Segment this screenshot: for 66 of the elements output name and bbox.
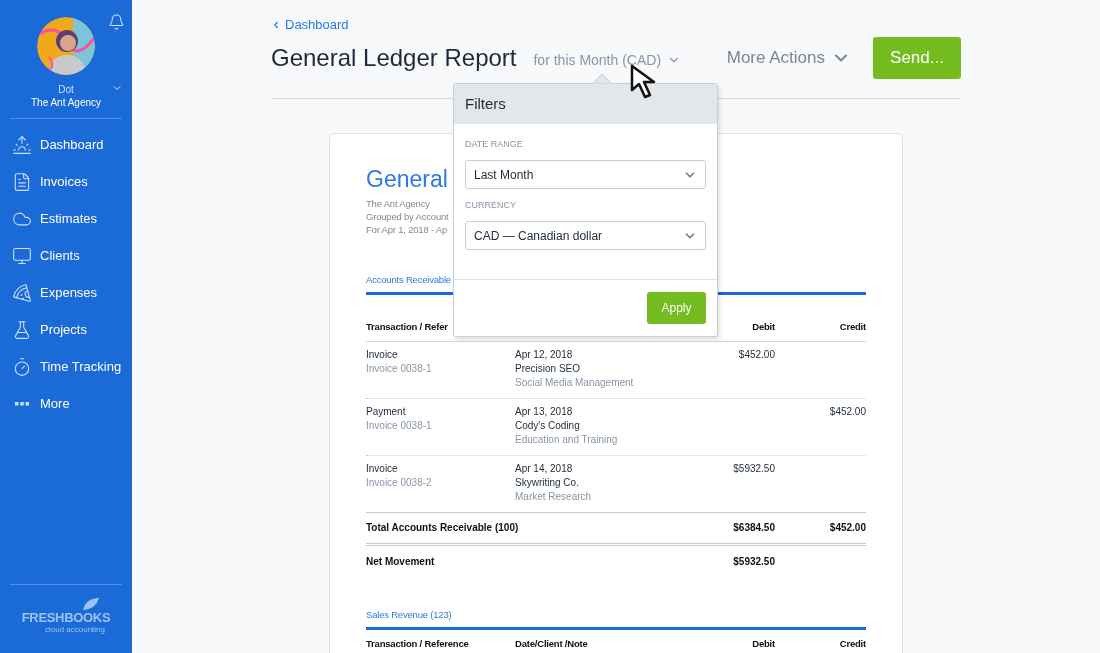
document-icon [12, 171, 32, 192]
report-title: General [366, 165, 448, 194]
column-header: Transaction / Reference [366, 638, 469, 650]
client-name: Cody's Coding [515, 419, 581, 433]
client-name: Precision SEO [515, 362, 582, 376]
column-header: Date/Client /Note [515, 638, 588, 650]
notification-bell-icon[interactable] [108, 13, 125, 31]
column-header: Debit [752, 638, 775, 650]
select-field[interactable]: Last Month [465, 160, 706, 189]
field-label: CURRENCY [465, 200, 517, 211]
period-dropdown[interactable]: for this Month (CAD) [533, 49, 682, 71]
transaction-date: Apr 14, 2018 [515, 462, 574, 476]
sidebar-item[interactable]: Projects [0, 311, 132, 348]
sidebar-item[interactable]: Time Tracking [0, 348, 132, 385]
total-credit: $452.00 [828, 522, 866, 534]
company-name: The Ant Agency [30, 96, 102, 109]
transaction-reference: Invoice 0038-1 [366, 419, 433, 433]
sidebar-item[interactable]: Clients [0, 237, 132, 274]
debit-amount: $452.00 [738, 348, 775, 362]
report-grouping: Grouped by Account [366, 210, 449, 223]
transaction-date: Apr 13, 2018 [515, 405, 574, 419]
total-label: Total Accounts Receivable (100) [366, 522, 520, 534]
section-title: Sales Revenue (123) [366, 608, 452, 621]
total-debit: $6384.50 [732, 522, 775, 534]
page-title: General Ledger Report [271, 43, 517, 73]
section-title: Accounts Receivable [366, 273, 451, 286]
net-movement-label: Net Movement [366, 556, 436, 568]
client-name: Skywriting Co. [515, 476, 580, 490]
sidebar-item[interactable]: Estimates [0, 200, 132, 237]
transaction-note: Social Media Management [515, 376, 635, 390]
sidebar-item[interactable]: Invoices [0, 163, 132, 200]
leaf-icon [82, 597, 100, 611]
logo-wordmark: FRESHBOOKS [21, 611, 111, 625]
transaction-type: Invoice [366, 462, 399, 476]
transaction-type: Payment [366, 405, 407, 419]
net-debit: $5932.50 [732, 556, 775, 568]
sidebar-item[interactable]: Expenses [0, 274, 132, 311]
credit-amount: $452.00 [829, 405, 866, 419]
back-link[interactable]: Dashboard [271, 17, 961, 33]
sidebar-item[interactable]: More [0, 385, 132, 422]
sunrise-icon [12, 134, 32, 155]
logo-tagline: cloud accounting [43, 625, 105, 635]
select-field[interactable]: CAD — Canadian dollar [465, 221, 706, 250]
column-header: Debit [752, 321, 775, 333]
more-actions-button[interactable]: More Actions [726, 45, 851, 71]
monitor-icon [12, 245, 32, 266]
column-header: Transaction / Refer [366, 321, 448, 333]
transaction-note: Education and Training [515, 433, 619, 447]
transaction-type: Invoice [366, 348, 399, 362]
transaction-note: Market Research [515, 490, 593, 504]
timer-icon [12, 356, 32, 377]
more-icon [15, 401, 29, 406]
transaction-reference: Invoice 0038-2 [366, 476, 433, 490]
chevron-left-icon [271, 20, 281, 30]
report-company: The Ant Agency [366, 197, 430, 210]
flask-icon [12, 319, 32, 340]
transaction-reference: Invoice 0038-1 [366, 362, 433, 376]
report-range: For Apr 1, 2018 - Ap [366, 223, 448, 236]
user-name: Dot [58, 83, 74, 96]
pizza-icon [12, 282, 32, 303]
sidebar-item[interactable]: Dashboard [0, 126, 132, 163]
column-header: Credit [839, 321, 866, 333]
field-label: DATE RANGE [465, 139, 524, 150]
debit-amount: $5932.50 [733, 462, 775, 476]
column-header: Credit [839, 638, 866, 650]
transaction-date: Apr 12, 2018 [515, 348, 574, 362]
